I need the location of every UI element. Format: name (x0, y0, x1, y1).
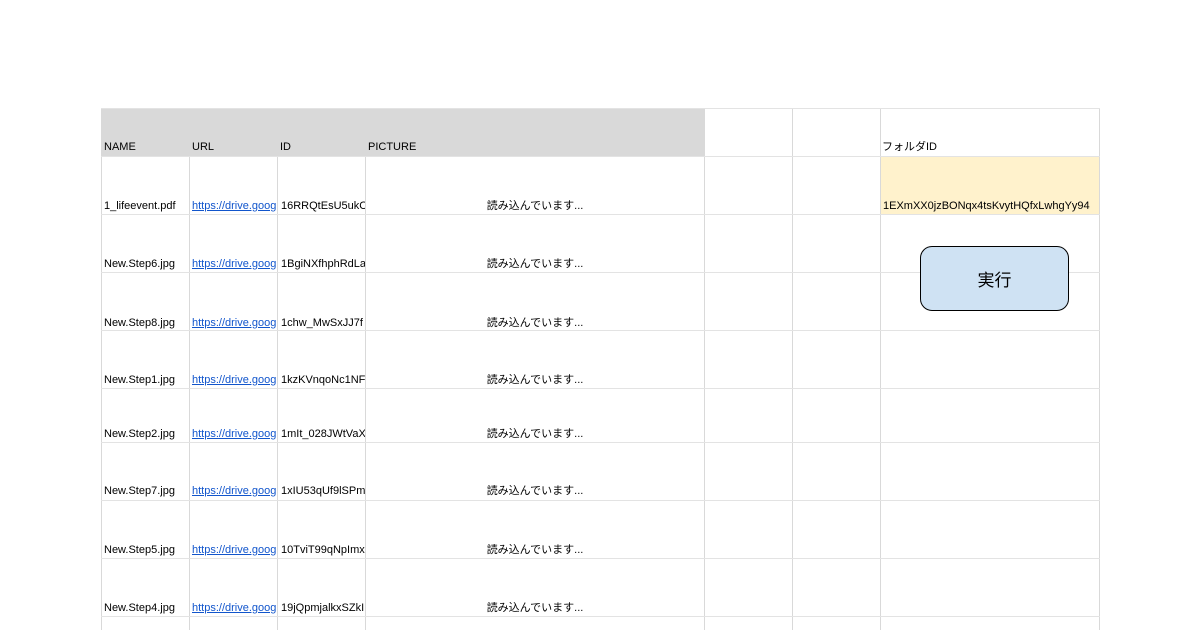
cell-name[interactable]: New.Step8.jpg (104, 317, 188, 330)
grid-line (101, 500, 1100, 501)
grid-line (101, 442, 1100, 443)
run-button[interactable]: 実行 (920, 246, 1069, 311)
cell-name[interactable]: New.Step1.jpg (104, 374, 188, 387)
cell-id[interactable]: 16RRQtEsU5ukC (281, 200, 365, 213)
cell-picture-loading[interactable]: 読み込んでいます... (366, 258, 704, 271)
cell-url-link[interactable]: https://drive.goog (192, 374, 276, 387)
cell-picture-loading[interactable]: 読み込んでいます... (366, 428, 704, 441)
cell-id[interactable]: 10TviT99qNpImx (281, 544, 365, 557)
cell-id[interactable]: 1chw_MwSxJJ7f (281, 317, 365, 330)
cell-name[interactable]: New.Step6.jpg (104, 258, 188, 271)
grid-line (101, 388, 1100, 389)
cell-picture-loading[interactable]: 読み込んでいます... (366, 374, 704, 387)
grid-line (101, 108, 102, 630)
folder-id-value[interactable]: 1EXmXX0jzBONqx4tsKvytHQfxLwhgYy94 (883, 200, 1097, 213)
cell-url-link[interactable]: https://drive.goog (192, 317, 276, 330)
grid-line (101, 156, 1100, 157)
grid-line (1099, 108, 1100, 630)
cell-picture-loading[interactable]: 読み込んでいます... (366, 317, 704, 330)
grid-line (277, 108, 278, 630)
cell-url-link[interactable]: https://drive.goog (192, 428, 276, 441)
grid-line (101, 214, 1100, 215)
grid-line (792, 108, 793, 630)
cell-id[interactable]: 1xIU53qUf9lSPm (281, 485, 365, 498)
cell-name[interactable]: New.Step4.jpg (104, 602, 188, 615)
grid-line (101, 330, 1100, 331)
grid-line (880, 108, 881, 630)
cell-url-link[interactable]: https://drive.goog (192, 258, 276, 271)
header-name[interactable]: NAME (104, 141, 188, 154)
cell-picture-loading[interactable]: 読み込んでいます... (366, 485, 704, 498)
cell-url-link[interactable]: https://drive.goog (192, 200, 276, 213)
cell-id[interactable]: 1mIt_028JWtVaX (281, 428, 365, 441)
header-url[interactable]: URL (192, 141, 276, 154)
grid-line (189, 108, 190, 630)
cell-name[interactable]: New.Step5.jpg (104, 544, 188, 557)
cell-name[interactable]: New.Step7.jpg (104, 485, 188, 498)
grid-line (101, 558, 1100, 559)
cell-url-link[interactable]: https://drive.goog (192, 602, 276, 615)
cell-url-link[interactable]: https://drive.goog (192, 485, 276, 498)
cell-name[interactable]: New.Step2.jpg (104, 428, 188, 441)
grid-line (101, 108, 1100, 109)
cell-id[interactable]: 1kzKVnqoNc1NF (281, 374, 365, 387)
cell-id[interactable]: 19jQpmjalkxSZkI (281, 602, 365, 615)
cell-picture-loading[interactable]: 読み込んでいます... (366, 602, 704, 615)
header-folder-id[interactable]: フォルダID (882, 141, 1092, 154)
header-picture[interactable]: PICTURE (368, 141, 668, 154)
grid-line (704, 108, 705, 630)
cell-id[interactable]: 1BgiNXfhphRdLa (281, 258, 365, 271)
cell-url-link[interactable]: https://drive.goog (192, 544, 276, 557)
cell-picture-loading[interactable]: 読み込んでいます... (366, 544, 704, 557)
cell-picture-loading[interactable]: 読み込んでいます... (366, 200, 704, 213)
header-id[interactable]: ID (280, 141, 364, 154)
grid-line (101, 616, 1100, 617)
cell-name[interactable]: 1_lifeevent.pdf (104, 200, 188, 213)
